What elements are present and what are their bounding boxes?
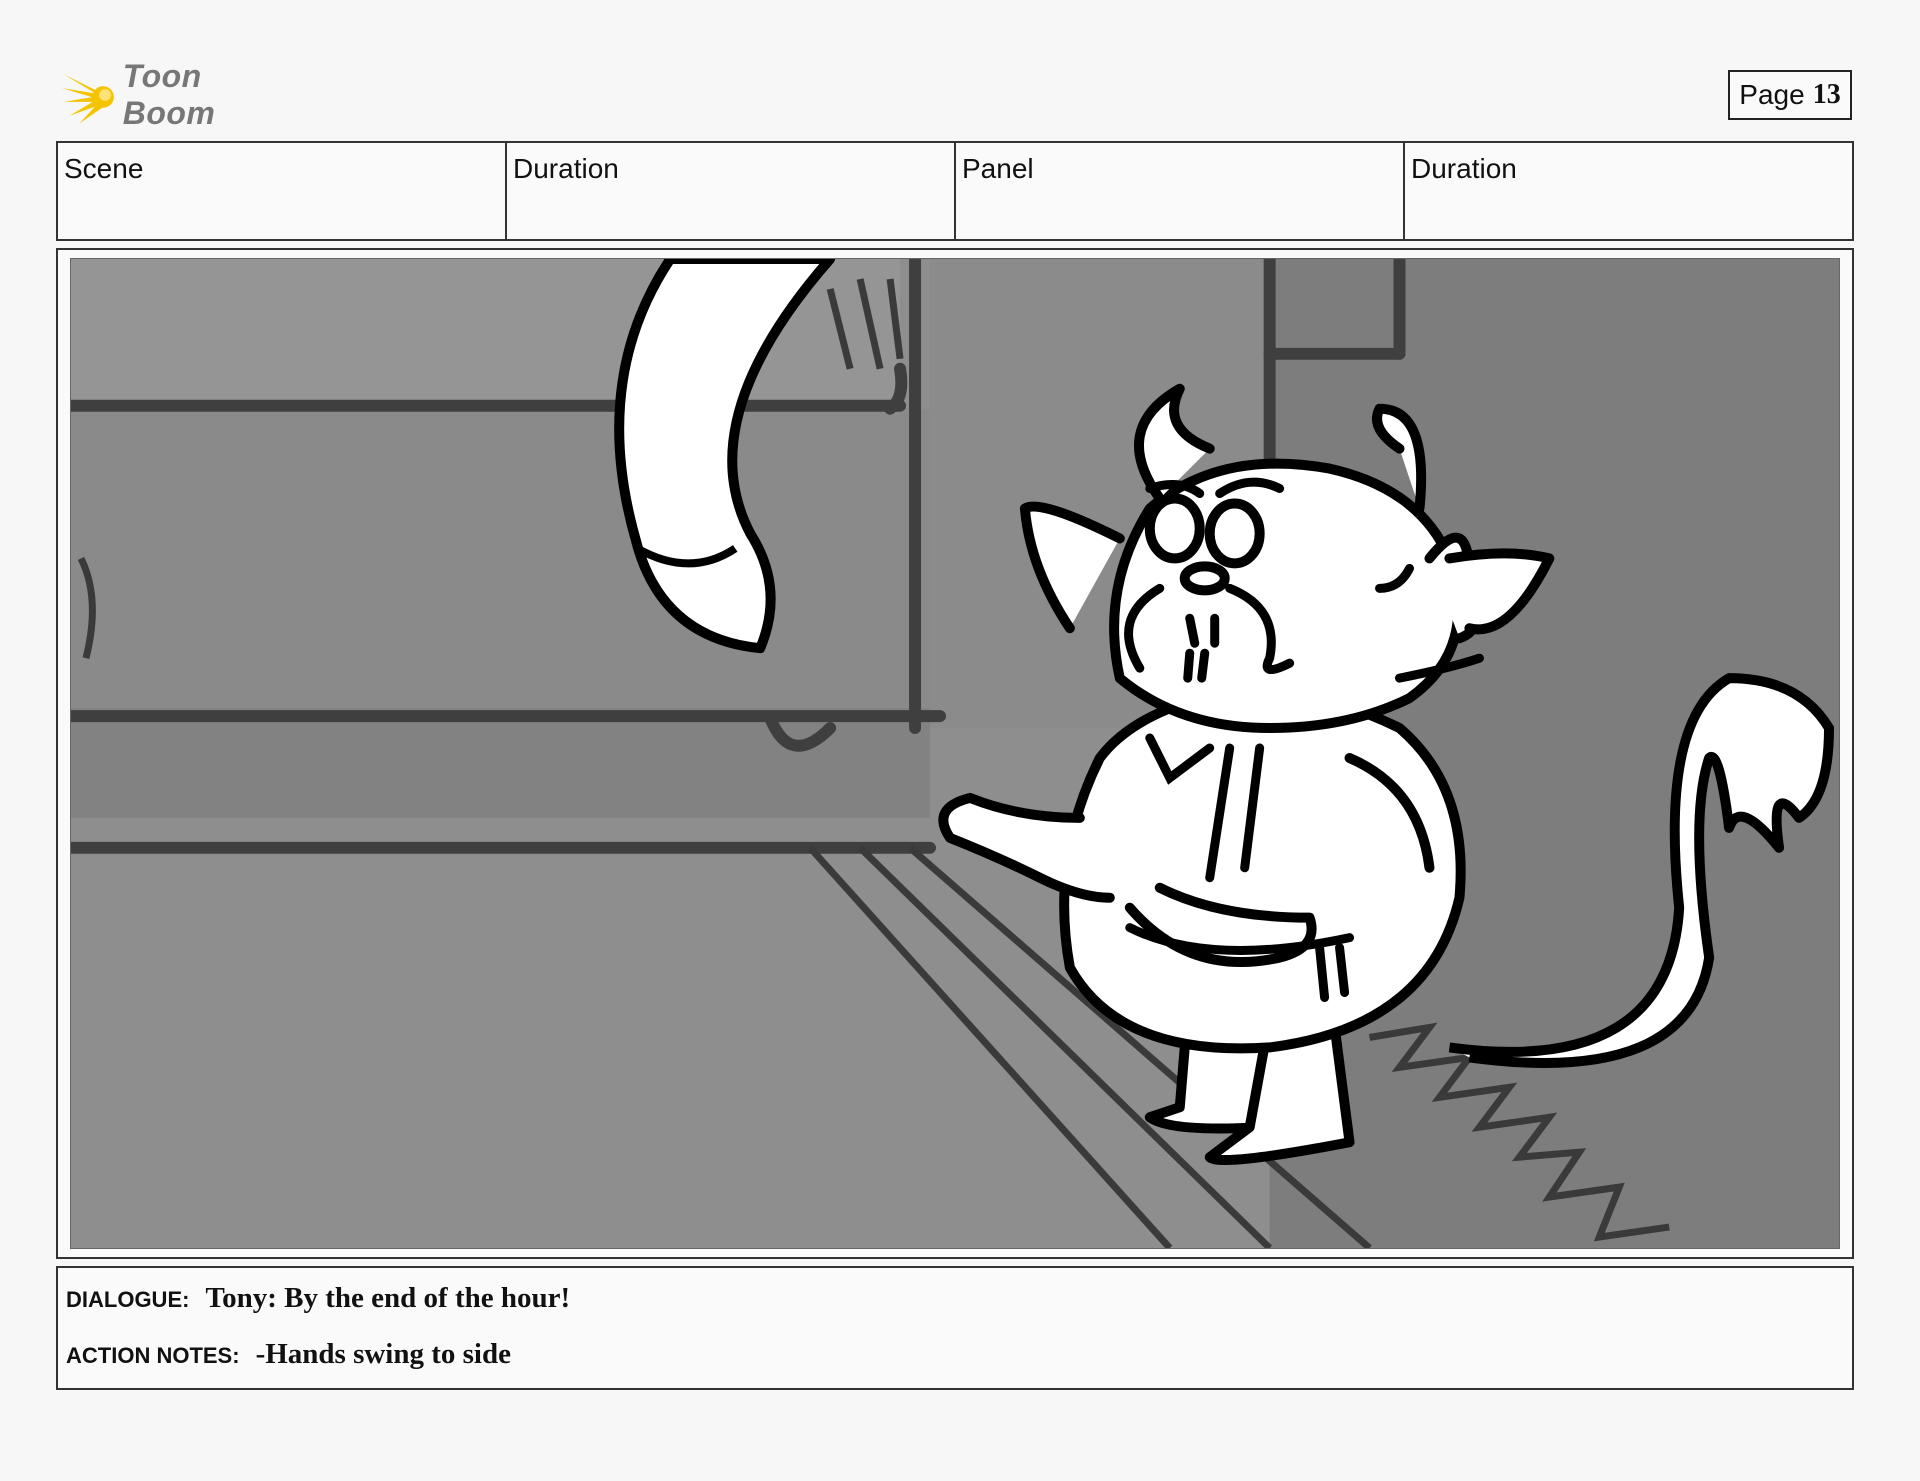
action-notes-row: ACTION NOTES: -Hands swing to side xyxy=(66,1338,511,1371)
dialogue-label: DIALOGUE: xyxy=(66,1287,190,1312)
page-label: Page xyxy=(1739,79,1805,110)
dialogue-text: Tony: By the end of the hour! xyxy=(205,1282,571,1314)
scene-duration-cell: Duration xyxy=(507,143,956,239)
header-table: Scene Duration Panel Duration xyxy=(56,141,1854,241)
storyboard-sketch-image xyxy=(70,258,1840,1249)
page-number-box: Page 13 xyxy=(1728,70,1852,120)
notes-box: DIALOGUE: Tony: By the end of the hour! … xyxy=(56,1266,1854,1390)
starburst-logo-icon xyxy=(61,66,114,124)
brand-name: Toon Boom xyxy=(122,58,216,131)
action-notes-label: ACTION NOTES: xyxy=(66,1343,240,1368)
page-number: 13 xyxy=(1812,79,1841,110)
panel-duration-cell: Duration xyxy=(1411,153,1517,184)
panel-cell: Panel xyxy=(956,143,1405,239)
toon-boom-logo: Toon Boom xyxy=(60,58,300,131)
dialogue-row: DIALOGUE: Tony: By the end of the hour! xyxy=(66,1282,570,1315)
panel-frame xyxy=(56,248,1854,1259)
scene-cell: Scene xyxy=(58,143,507,239)
action-notes-text: -Hands swing to side xyxy=(255,1338,511,1370)
